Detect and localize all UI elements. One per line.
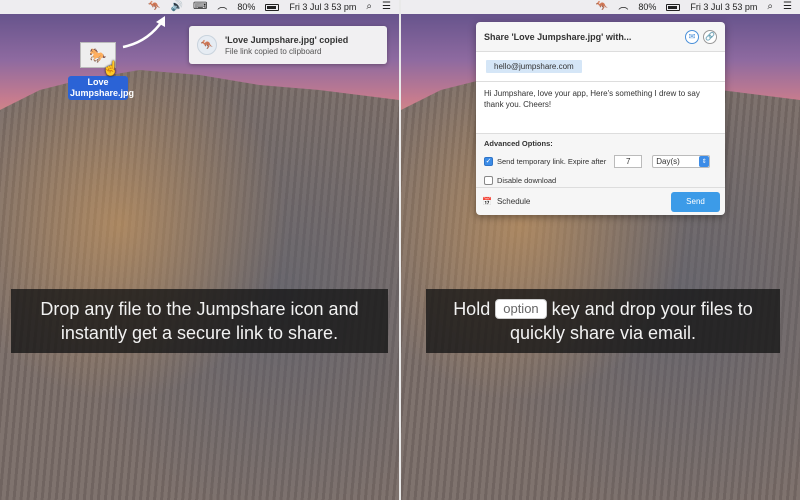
calendar-clock-icon: 📅 <box>482 197 492 206</box>
battery-icon[interactable] <box>265 3 280 11</box>
menubar-clock[interactable]: Fri 3 Jul 3 53 pm <box>690 2 757 12</box>
popup-title: Share 'Love Jumpshare.jpg' with... <box>484 31 632 42</box>
expire-unit-value: Day(s) <box>656 156 680 166</box>
share-mode-buttons: ✉ 🔗 <box>685 29 717 44</box>
notification-center-icon[interactable]: ☰ <box>382 0 391 14</box>
battery-percent: 80% <box>237 2 256 12</box>
popup-header: Share 'Love Jumpshare.jpg' with... ✉ 🔗 <box>476 22 725 52</box>
send-button[interactable]: Send <box>671 191 720 212</box>
expire-value-input[interactable]: 7 <box>614 154 643 168</box>
notification-subtitle: File link copied to clipboard <box>225 46 322 56</box>
updown-chevron-icon: ⇕ <box>699 155 710 167</box>
left-caption: Drop any file to the Jumpshare icon and … <box>11 289 388 353</box>
copied-notification[interactable]: 🦘 'Love Jumpshare.jpg' copied File link … <box>189 26 387 64</box>
menubar-clock[interactable]: Fri 3 Jul 3 53 pm <box>289 2 356 12</box>
link-mode-icon[interactable]: 🔗 <box>703 29 717 44</box>
right-caption: Hold option key and drop your files to q… <box>426 289 780 353</box>
option-key-badge: option <box>495 299 547 319</box>
spotlight-search-icon[interactable]: ⌕ <box>366 0 372 14</box>
right-panel: 🦘 ︵ 80% Fri 3 Jul 3 53 pm ⌕ ☰ Share 'Lov… <box>401 0 800 500</box>
wifi-icon[interactable]: ︵ <box>217 0 227 14</box>
recipient-chip[interactable]: hello@jumpshare.com <box>486 60 582 73</box>
jumpshare-menubar-icon[interactable]: 🦘 <box>596 0 608 14</box>
menu-bar: 🦘 ︵ 80% Fri 3 Jul 3 53 pm ⌕ ☰ <box>401 0 800 14</box>
disable-download-checkbox[interactable] <box>484 175 493 185</box>
curved-arrow-icon <box>122 16 165 49</box>
left-caption-line2: instantly get a secure link to share. <box>60 323 339 343</box>
wifi-icon[interactable]: ︵ <box>618 0 628 14</box>
menu-bar: 🦘 🔊 ⌨ ︵ 80% Fri 3 Jul 3 53 pm ⌕ ☰ <box>0 0 399 14</box>
temp-link-label: Send temporary link. Expire after <box>497 156 607 166</box>
schedule-label: Schedule <box>496 197 531 206</box>
email-mode-icon[interactable]: ✉ <box>685 29 699 44</box>
keyboard-icon[interactable]: ⌨ <box>193 0 207 14</box>
disable-download-row: Disable download <box>484 173 717 187</box>
caption-hold: Hold <box>453 299 491 319</box>
temp-link-row: ✓ Send temporary link. Expire after 7 Da… <box>484 154 717 168</box>
file-name-label[interactable]: Love Jumpshare.jpg <box>68 76 134 100</box>
share-popup: Share 'Love Jumpshare.jpg' with... ✉ 🔗 h… <box>476 22 725 215</box>
right-caption-line1: Hold option key and drop your files to <box>436 297 770 321</box>
battery-percent: 80% <box>638 2 657 12</box>
temp-link-checkbox[interactable]: ✓ <box>484 156 493 166</box>
popup-footer: 📅 Schedule Send <box>476 187 725 215</box>
schedule-button[interactable]: 📅 Schedule <box>482 197 530 206</box>
left-panel: 🦘 🔊 ⌨ ︵ 80% Fri 3 Jul 3 53 pm ⌕ ☰ 🐎 Love… <box>0 0 399 500</box>
message-textarea[interactable]: Hi Jumpshare, love your app, Here's some… <box>476 82 725 134</box>
notification-center-icon[interactable]: ☰ <box>783 0 792 14</box>
expire-unit-select[interactable]: Day(s) ⇕ <box>652 154 711 168</box>
notification-title: 'Love Jumpshare.jpg' copied <box>225 34 349 45</box>
left-caption-line1: Drop any file to the Jumpshare icon and <box>40 299 359 319</box>
caption-key-text: key and drop your files to <box>551 299 753 319</box>
disable-download-label: Disable download <box>497 175 557 185</box>
spotlight-search-icon[interactable]: ⌕ <box>767 0 773 14</box>
right-caption-line2: quickly share via email. <box>509 323 697 343</box>
advanced-options-title: Advanced Options: <box>484 139 553 148</box>
jumpshare-logo-icon: 🦘 <box>197 35 217 55</box>
battery-icon[interactable] <box>666 3 681 11</box>
recipient-field[interactable]: hello@jumpshare.com <box>476 52 725 82</box>
hand-cursor-icon: ☝ <box>102 60 120 76</box>
